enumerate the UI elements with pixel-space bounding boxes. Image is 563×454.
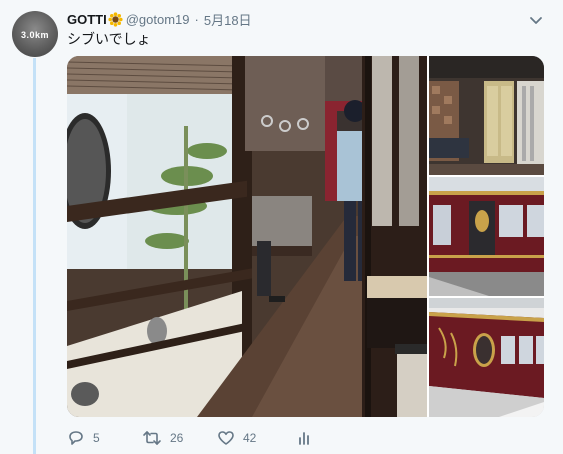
media-grid — [67, 56, 544, 417]
analytics-button[interactable] — [297, 430, 311, 446]
like-count: 42 — [243, 431, 257, 445]
display-name[interactable]: GOTTI — [67, 12, 107, 27]
tweet-header: GOTTI @gotom19 · 5月18日 — [67, 10, 252, 28]
like-button[interactable]: 42 — [217, 430, 297, 446]
avatar[interactable]: 3.0km — [12, 11, 58, 57]
chevron-down-icon[interactable] — [529, 13, 543, 24]
photo-train-exterior-side[interactable] — [429, 177, 544, 296]
photo-train-exterior-platform[interactable] — [429, 298, 544, 417]
tweet-text: シブいでしょ — [67, 31, 151, 47]
sunflower-icon — [108, 11, 123, 27]
reply-button[interactable]: 5 — [67, 430, 142, 446]
user-handle[interactable]: @gotom19 — [126, 12, 190, 27]
reply-icon — [67, 430, 85, 446]
reply-count: 5 — [93, 431, 100, 445]
photo-train-interior[interactable] — [67, 56, 427, 417]
avatar-text: 3.0km — [20, 30, 50, 40]
separator-dot: · — [194, 11, 199, 27]
tweet-actions: 5 26 42 — [67, 428, 311, 448]
photo-train-doorway[interactable] — [429, 56, 544, 175]
retweet-icon — [142, 430, 162, 446]
thread-line — [33, 58, 36, 454]
analytics-icon — [297, 430, 311, 446]
tweet-date[interactable]: 5月18日 — [204, 10, 252, 29]
heart-icon — [217, 430, 235, 446]
retweet-count: 26 — [170, 431, 184, 445]
retweet-button[interactable]: 26 — [142, 430, 217, 446]
